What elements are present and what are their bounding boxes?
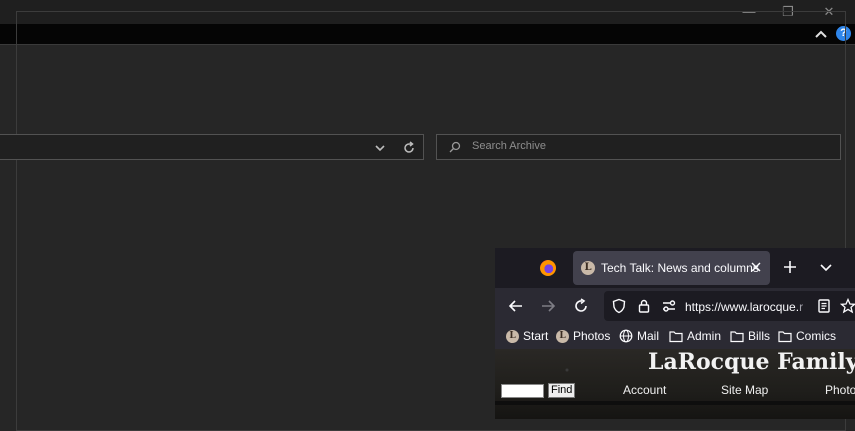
close-button[interactable]: ✕	[818, 4, 840, 20]
globe-icon	[619, 329, 633, 343]
site-favicon-icon: L	[506, 329, 519, 343]
close-tab-icon[interactable]	[749, 260, 763, 274]
help-icon[interactable]: ?	[836, 26, 851, 41]
folder-icon	[730, 330, 744, 342]
bookmark-admin[interactable]: Admin	[669, 329, 721, 343]
back-icon[interactable]	[508, 298, 524, 314]
list-all-tabs-icon[interactable]	[818, 260, 834, 276]
site-title: LaRocque Family	[648, 349, 855, 375]
link-photo[interactable]: Photo	[825, 383, 855, 397]
bookmark-star-icon[interactable]	[840, 298, 855, 314]
minimize-button[interactable]: —	[738, 4, 760, 20]
find-button[interactable]: Find	[548, 383, 576, 398]
tab-tech-talk[interactable]: L Tech Talk: News and columns	[573, 251, 770, 285]
reader-view-icon[interactable]	[816, 298, 832, 314]
restore-button[interactable]: ❐	[777, 4, 799, 20]
bookmark-photos[interactable]: L Photos	[556, 329, 610, 343]
bookmark-mail[interactable]: Mail	[619, 329, 659, 343]
chevron-up-icon[interactable]	[813, 26, 829, 42]
ribbon-bar	[0, 24, 855, 45]
forward-icon[interactable]	[540, 298, 556, 314]
lock-icon[interactable]	[636, 298, 652, 314]
folder-icon	[669, 330, 683, 342]
page-divider	[495, 401, 855, 405]
window-titlebar	[0, 0, 855, 24]
find-input[interactable]	[501, 384, 544, 398]
site-favicon-icon: L	[581, 261, 595, 275]
tab-title: Tech Talk: News and columns	[601, 261, 759, 275]
shield-icon[interactable]	[611, 298, 627, 314]
folder-icon	[778, 330, 792, 342]
bookmark-bills[interactable]: Bills	[730, 329, 770, 343]
reload-icon[interactable]	[573, 298, 589, 314]
new-tab-icon[interactable]	[782, 259, 798, 275]
firefox-logo-icon[interactable]	[540, 260, 556, 276]
refresh-icon[interactable]	[401, 140, 417, 156]
permissions-icon[interactable]	[661, 298, 677, 314]
chevron-down-icon[interactable]	[372, 140, 388, 156]
site-favicon-icon: L	[556, 329, 569, 343]
firefox-window: L Tech Talk: News and columns https://ww…	[495, 248, 855, 419]
search-placeholder: Search Archive	[472, 140, 546, 152]
search-icon	[449, 141, 461, 153]
bookmark-start[interactable]: L Start	[506, 329, 548, 343]
url-text: https://www.larocque.r	[685, 300, 804, 314]
bookmark-comics[interactable]: Comics	[778, 329, 836, 343]
link-account[interactable]: Account	[623, 383, 666, 397]
link-site-map[interactable]: Site Map	[721, 383, 768, 397]
address-bar[interactable]	[0, 134, 424, 160]
